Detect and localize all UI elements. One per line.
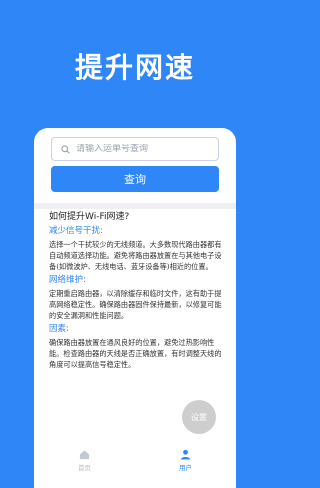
divider: [34, 203, 236, 209]
home-icon: [79, 449, 90, 462]
query-button[interactable]: 查询: [51, 166, 219, 192]
settings-button[interactable]: 设置: [182, 400, 216, 434]
search-field[interactable]: [51, 137, 219, 161]
tab-label: 首页: [78, 463, 91, 472]
section-heading: 减少信号干扰:: [49, 226, 103, 236]
section-body: 定期重启路由器，以清除缓存和临时文件，这有助于提高网络稳定性。确保路由器固件保持…: [49, 289, 222, 320]
search-input[interactable]: [72, 144, 210, 154]
article-question: 如何提升Wi-Fi网速?: [49, 212, 130, 222]
article: 如何提升Wi-Fi网速? 减少信号干扰: 选择一个干扰较少的无线频道。大多数现代…: [49, 212, 227, 370]
tab-user[interactable]: 用户: [135, 444, 236, 476]
page-title: 提升网速: [74, 51, 195, 84]
tab-home[interactable]: 首页: [34, 444, 135, 476]
content-card: 查询 如何提升Wi-Fi网速? 减少信号干扰: 选择一个干扰较少的无线频道。大多…: [34, 128, 236, 488]
tab-bar: 首页 用户: [34, 444, 236, 476]
section-body: 选择一个干扰较少的无线频道。大多数现代路由器都有自动频道选择功能。避免将路由器放…: [49, 240, 222, 271]
search-icon: [58, 142, 72, 156]
section-body: 确保路由器放置在通风良好的位置，避免过热影响性能。检查路由器的天线是否正确放置，…: [49, 338, 222, 369]
tab-label: 用户: [179, 463, 192, 472]
section-heading: 因素:: [49, 324, 69, 334]
user-icon: [180, 449, 191, 462]
section-heading: 网络维护:: [49, 275, 86, 285]
